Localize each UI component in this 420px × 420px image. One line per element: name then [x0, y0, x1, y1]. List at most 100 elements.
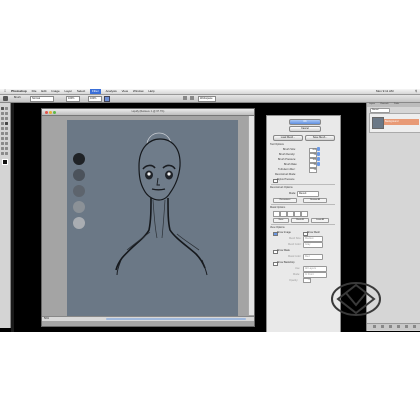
history-brush-icon[interactable]	[5, 127, 8, 130]
liquify-canvas[interactable]	[67, 120, 238, 317]
pen-tool-icon[interactable]	[1, 142, 4, 145]
save-mesh-button[interactable]: Save Mesh...	[305, 135, 335, 141]
use-label: Use:	[295, 267, 301, 270]
crop-tool-icon[interactable]	[1, 117, 4, 120]
mask-none-button[interactable]: None	[273, 218, 289, 223]
menu-image[interactable]: Image	[51, 89, 59, 94]
reconstruct-options-heading: Reconstruct Options	[270, 186, 293, 189]
marquee-tool-icon[interactable]	[5, 107, 8, 110]
layer-row[interactable]: Background	[369, 113, 420, 133]
pasteboard-edge	[11, 103, 14, 332]
airbrush-icon[interactable]	[104, 96, 110, 102]
backdrop-opacity-field[interactable]: 50	[303, 278, 311, 283]
tool-preset-label: Brush:	[14, 96, 22, 99]
backdrop-opacity-label: Opacity:	[289, 279, 299, 282]
invert-all-button[interactable]: Invert All	[311, 218, 329, 223]
foreground-color-swatch[interactable]	[2, 159, 8, 165]
tab-channels[interactable]: Channels	[380, 103, 388, 106]
stamp-tool-icon[interactable]	[1, 127, 4, 130]
color-swatch-column	[73, 153, 85, 229]
brush-density-stepper[interactable]	[317, 152, 320, 156]
mode-select[interactable]: Normal	[30, 96, 54, 102]
brush-size-label: Brush Size:	[283, 148, 296, 151]
menu-layer[interactable]: Layer	[65, 89, 73, 94]
mask-all-button[interactable]: Mask All	[291, 218, 309, 223]
workspace-select[interactable]: Workspace	[198, 96, 216, 102]
brush-size-stepper[interactable]	[317, 147, 320, 151]
shape-tool-icon[interactable]	[5, 147, 8, 150]
flow-field[interactable]: 100%	[88, 96, 102, 102]
mask-options-heading: Mask Options	[270, 206, 286, 209]
brush-tool-icon[interactable]	[3, 96, 8, 101]
menu-edit[interactable]: Edit	[41, 89, 46, 94]
cancel-button[interactable]: Cancel	[289, 126, 321, 132]
menu-view[interactable]: View	[122, 89, 128, 94]
intersect-selection-icon[interactable]	[294, 211, 301, 217]
ok-button[interactable]: OK	[289, 119, 321, 125]
tab-paths[interactable]: Paths	[394, 103, 399, 106]
layers-panel-footer	[367, 323, 420, 330]
creature-sketch	[73, 132, 208, 276]
slice-tool-icon[interactable]	[5, 117, 8, 120]
opacity-field[interactable]: 100%	[66, 96, 80, 102]
reconstruct-button[interactable]: Reconstruct	[273, 198, 297, 203]
document-title-bar[interactable]: Liquify (Retrieve: 1 @ 67.7%)	[42, 109, 254, 116]
lasso-tool-icon[interactable]	[1, 112, 4, 115]
add-mask-icon[interactable]	[389, 325, 392, 328]
lightest-swatch	[73, 217, 85, 229]
menu-help[interactable]: Help	[148, 89, 154, 94]
blur-tool-icon[interactable]	[1, 137, 4, 140]
magic-wand-tool-icon[interactable]	[5, 112, 8, 115]
apple-icon[interactable]: 	[4, 89, 6, 94]
mask-color-select[interactable]: Red	[303, 254, 323, 260]
menu-file[interactable]: File	[32, 89, 37, 94]
dark-swatch	[73, 153, 85, 165]
menu-filter[interactable]: Filter	[90, 89, 101, 94]
mesh-color-label: Mesh Color:	[288, 243, 302, 246]
new-layer-icon[interactable]	[405, 325, 408, 328]
spotlight-icon[interactable]: ⚲	[415, 89, 417, 94]
vertical-scrollbar[interactable]	[248, 116, 254, 315]
dodge-tool-icon[interactable]	[5, 137, 8, 140]
move-tool-icon[interactable]	[1, 107, 4, 110]
add-to-selection-icon[interactable]	[280, 211, 287, 217]
menu-analysis[interactable]: Analysis	[106, 89, 117, 94]
turbulent-jitter-field[interactable]: 50	[309, 168, 317, 173]
layer-name: Background	[384, 119, 419, 125]
menu-photoshop[interactable]: Photoshop	[11, 89, 27, 94]
restore-all-button[interactable]: Restore All	[303, 198, 327, 203]
type-tool-icon[interactable]	[5, 142, 8, 145]
zoom-tool-icon[interactable]	[5, 152, 8, 155]
link-layers-icon[interactable]	[373, 325, 376, 328]
horizontal-scrollbar[interactable]	[106, 318, 246, 320]
menu-select[interactable]: Select	[77, 89, 85, 94]
brush-tool-active-icon[interactable]	[5, 122, 8, 125]
eraser-tool-icon[interactable]	[1, 132, 4, 135]
trash-icon[interactable]	[413, 325, 416, 328]
path-select-icon[interactable]	[1, 147, 4, 150]
zoom-level[interactable]: 50%	[44, 317, 49, 321]
replace-selection-icon[interactable]	[273, 211, 280, 217]
menu-window[interactable]: Window	[133, 89, 144, 94]
tab-layers[interactable]: Layers	[369, 103, 375, 106]
invert-selection-icon[interactable]	[301, 211, 308, 217]
reconstruct-mode-select[interactable]: Revert	[297, 191, 319, 197]
gradient-tool-icon[interactable]	[5, 132, 8, 135]
panel-divider	[271, 204, 335, 205]
tablet-icon[interactable]	[183, 96, 187, 100]
load-mesh-button[interactable]: Load Mesh...	[273, 135, 303, 141]
layer-style-icon[interactable]	[381, 325, 384, 328]
show-mask-label: Show Mask	[277, 249, 290, 252]
show-backdrop-label: Show Backdrop	[277, 261, 295, 264]
mesh-color-select[interactable]: Gray	[303, 242, 323, 248]
bridge-icon[interactable]	[190, 96, 194, 100]
menubar-clock: Mon 9:11 AM	[376, 89, 394, 93]
hand-tool-icon[interactable]	[1, 152, 4, 155]
document-window: Liquify (Retrieve: 1 @ 67.7%) 50%	[41, 108, 255, 327]
subtract-from-selection-icon[interactable]	[287, 211, 294, 217]
brush-rate-stepper[interactable]	[317, 162, 320, 166]
new-group-icon[interactable]	[397, 325, 400, 328]
brush-pressure-stepper[interactable]	[317, 157, 320, 161]
watermark-logo	[331, 282, 381, 316]
healing-tool-icon[interactable]	[1, 122, 4, 125]
